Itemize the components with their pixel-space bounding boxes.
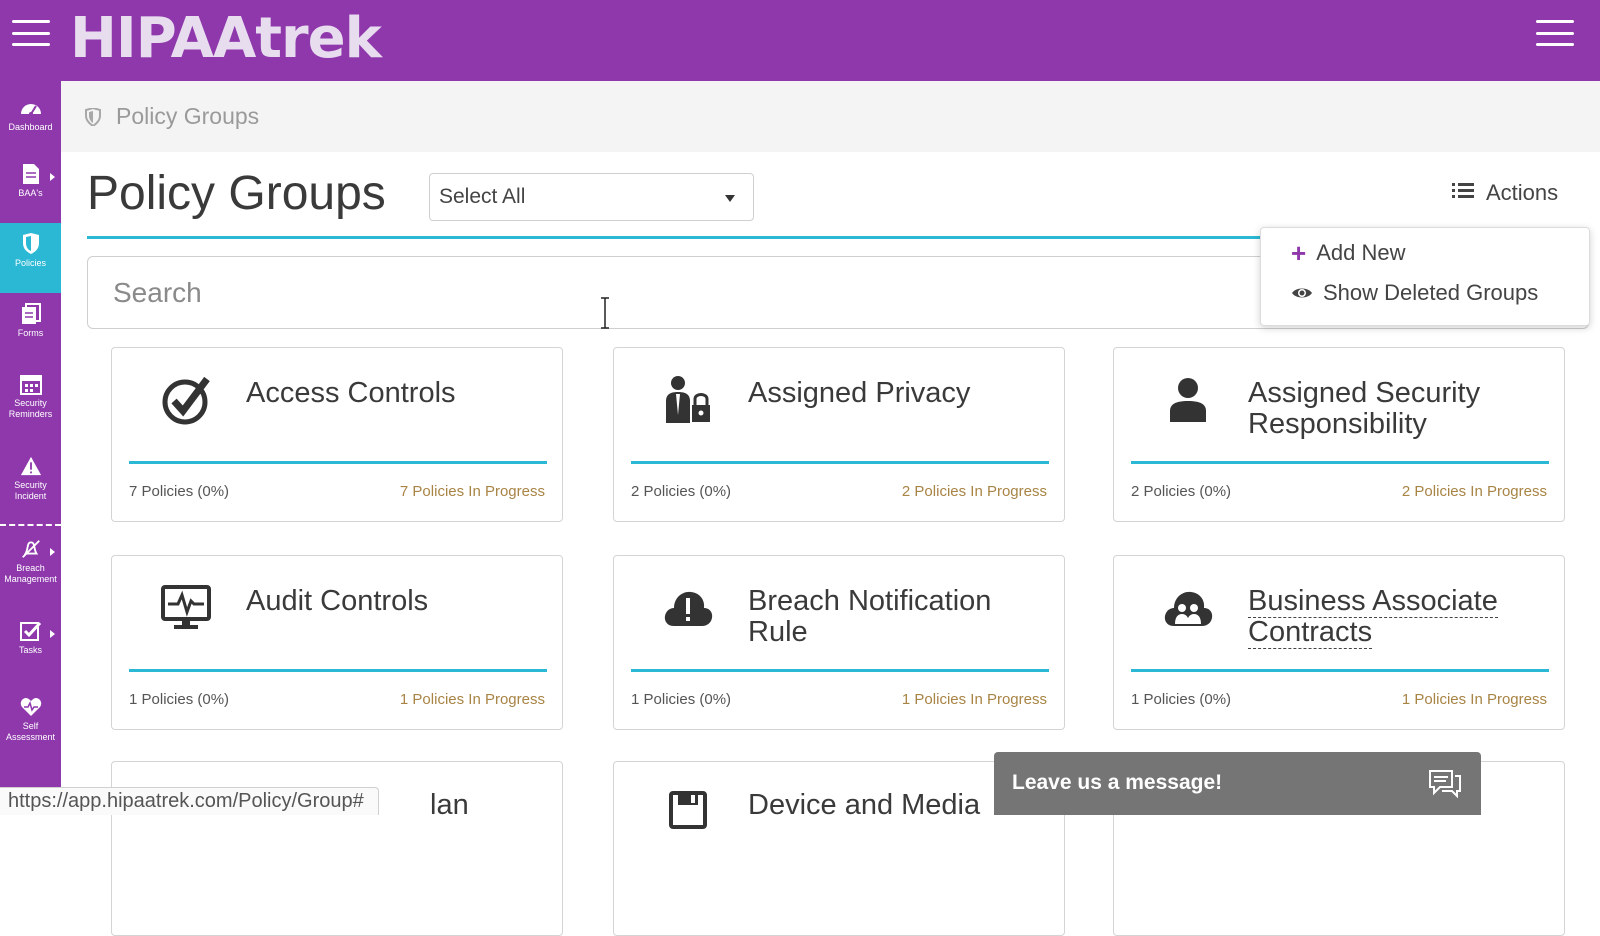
chat-label: Leave us a message! xyxy=(1012,771,1223,794)
sidebar-item-label: Tasks xyxy=(18,645,42,655)
sidebar-item-policies[interactable]: Policies xyxy=(0,223,61,293)
chevron-down-icon xyxy=(725,195,735,202)
list-icon xyxy=(1452,180,1474,206)
sidebar-item-label: Security Reminders xyxy=(8,398,53,419)
card-in-progress: 7 Policies In Progress xyxy=(399,483,545,500)
card-progress-bar xyxy=(1131,669,1549,672)
sidebar: Dashboard BAA's Policies Forms Security … xyxy=(0,81,61,815)
page-title: Policy Groups xyxy=(87,167,386,220)
check-circle-icon xyxy=(160,374,212,426)
user-icon xyxy=(1162,374,1214,426)
floppy-icon xyxy=(662,784,714,836)
card-in-progress: 1 Policies In Progress xyxy=(399,691,545,708)
card-title: Assigned Security Responsibility xyxy=(1248,377,1481,440)
actions-menu: + Add New Show Deleted Groups xyxy=(1260,227,1590,326)
card-title: Audit Controls xyxy=(246,585,429,617)
card-in-progress: 1 Policies In Progress xyxy=(1401,691,1547,708)
breadcrumb: Policy Groups xyxy=(61,81,1600,152)
shield-icon xyxy=(20,233,42,255)
card-policy-count: 1 Policies (0%) xyxy=(631,691,732,708)
sidebar-item-label: Security Incident xyxy=(14,480,47,501)
actions-button[interactable]: Actions xyxy=(1452,180,1558,206)
gauge-icon xyxy=(20,97,42,119)
text-cursor-icon xyxy=(601,297,609,329)
sidebar-item-label: Breach Management xyxy=(4,563,57,584)
card-policy-count: 2 Policies (0%) xyxy=(1131,483,1232,500)
actions-label: Actions xyxy=(1486,180,1559,205)
user-menu-icon[interactable] xyxy=(1536,20,1574,46)
sidebar-item-label: Policies xyxy=(14,258,46,268)
top-bar: HIPAAtrek xyxy=(0,0,1600,81)
search-input[interactable] xyxy=(88,257,1288,328)
menu-item-label: Show Deleted Groups xyxy=(1323,280,1539,305)
monitor-pulse-icon xyxy=(160,582,212,634)
card-progress-bar xyxy=(631,669,1049,672)
card-progress-bar xyxy=(1131,461,1549,464)
forms-icon xyxy=(20,303,42,325)
menu-item-show-deleted-groups[interactable]: Show Deleted Groups xyxy=(1291,280,1538,306)
card-progress-bar xyxy=(129,461,547,464)
policy-group-card[interactable]: Business Associate Contracts 1 Policies … xyxy=(1113,555,1565,730)
sidebar-item-label: Forms xyxy=(17,328,44,338)
menu-item-add-new[interactable]: + Add New xyxy=(1291,240,1405,266)
chat-icon xyxy=(1428,768,1462,803)
card-title: Business Associate Contracts xyxy=(1248,585,1548,649)
breadcrumb-label[interactable]: Policy Groups xyxy=(116,103,259,130)
policy-group-card[interactable]: Access Controls 7 Policies (0%) 7 Polici… xyxy=(111,347,563,522)
sidebar-item-baas[interactable]: BAA's xyxy=(0,153,61,223)
sidebar-item-breach-management[interactable]: Breach Management xyxy=(0,528,61,610)
card-progress-bar xyxy=(129,669,547,672)
sidebar-item-security-incident[interactable]: Security Incident xyxy=(0,445,61,523)
sidebar-item-self-assessment[interactable]: Self Assessment xyxy=(0,686,61,768)
user-lock-icon xyxy=(662,374,714,426)
chevron-right-icon xyxy=(50,173,55,181)
sidebar-item-dashboard[interactable]: Dashboard xyxy=(0,87,61,153)
policy-group-card[interactable]: Audit Controls 1 Policies (0%) 1 Policie… xyxy=(111,555,563,730)
card-title-text: Business Associate Contracts xyxy=(1248,585,1498,649)
policy-group-card[interactable]: Assigned Security Responsibility 2 Polic… xyxy=(1113,347,1565,522)
sidebar-item-label: Self Assessment xyxy=(5,721,56,742)
document-icon xyxy=(20,163,42,185)
plus-icon: + xyxy=(1291,238,1307,268)
policy-group-card[interactable]: Breach Notification Rule 1 Policies (0%)… xyxy=(613,555,1065,730)
checkbox-icon xyxy=(19,620,42,642)
sidebar-item-label: Dashboard xyxy=(8,122,53,132)
chevron-right-icon xyxy=(50,548,55,556)
cloud-users-icon xyxy=(1162,582,1214,634)
card-policy-count: 1 Policies (0%) xyxy=(1131,691,1232,708)
group-filter-select[interactable]: Select All xyxy=(429,173,754,221)
eye-icon xyxy=(1291,280,1313,306)
sidebar-item-security-reminders[interactable]: Security Reminders xyxy=(0,363,61,445)
card-policy-count: 7 Policies (0%) xyxy=(129,483,230,500)
app-logo[interactable]: HIPAAtrek xyxy=(70,4,382,74)
menu-toggle-icon[interactable] xyxy=(12,20,50,46)
card-in-progress: 1 Policies In Progress xyxy=(901,691,1047,708)
sidebar-item-forms[interactable]: Forms xyxy=(0,293,61,363)
group-filter-value: Select All xyxy=(439,185,526,208)
card-in-progress: 2 Policies In Progress xyxy=(901,483,1047,500)
status-url: https://app.hipaatrek.com/Policy/Group# xyxy=(0,787,379,815)
cloud-alert-icon xyxy=(662,582,714,634)
card-title: Access Controls xyxy=(246,377,456,409)
policy-group-card[interactable]: Assigned Privacy 2 Policies (0%) 2 Polic… xyxy=(613,347,1065,522)
calendar-icon xyxy=(19,373,42,395)
card-policy-count: 2 Policies (0%) xyxy=(631,483,732,500)
sidebar-item-tasks[interactable]: Tasks xyxy=(0,610,61,686)
card-policy-count: 1 Policies (0%) xyxy=(129,691,230,708)
bell-slash-icon xyxy=(20,538,42,560)
shield-icon xyxy=(85,106,101,131)
chat-widget[interactable]: Leave us a message! xyxy=(994,752,1481,815)
heart-pulse-icon xyxy=(20,696,42,718)
sidebar-item-label: BAA's xyxy=(18,188,43,198)
card-title: Breach Notification Rule xyxy=(748,585,992,648)
card-title: Assigned Privacy xyxy=(748,377,971,409)
sidebar-divider xyxy=(0,524,61,526)
card-progress-bar xyxy=(631,461,1049,464)
warning-icon xyxy=(20,455,42,477)
chevron-right-icon xyxy=(50,630,55,638)
card-in-progress: 2 Policies In Progress xyxy=(1401,483,1547,500)
menu-item-label: Add New xyxy=(1316,240,1406,265)
